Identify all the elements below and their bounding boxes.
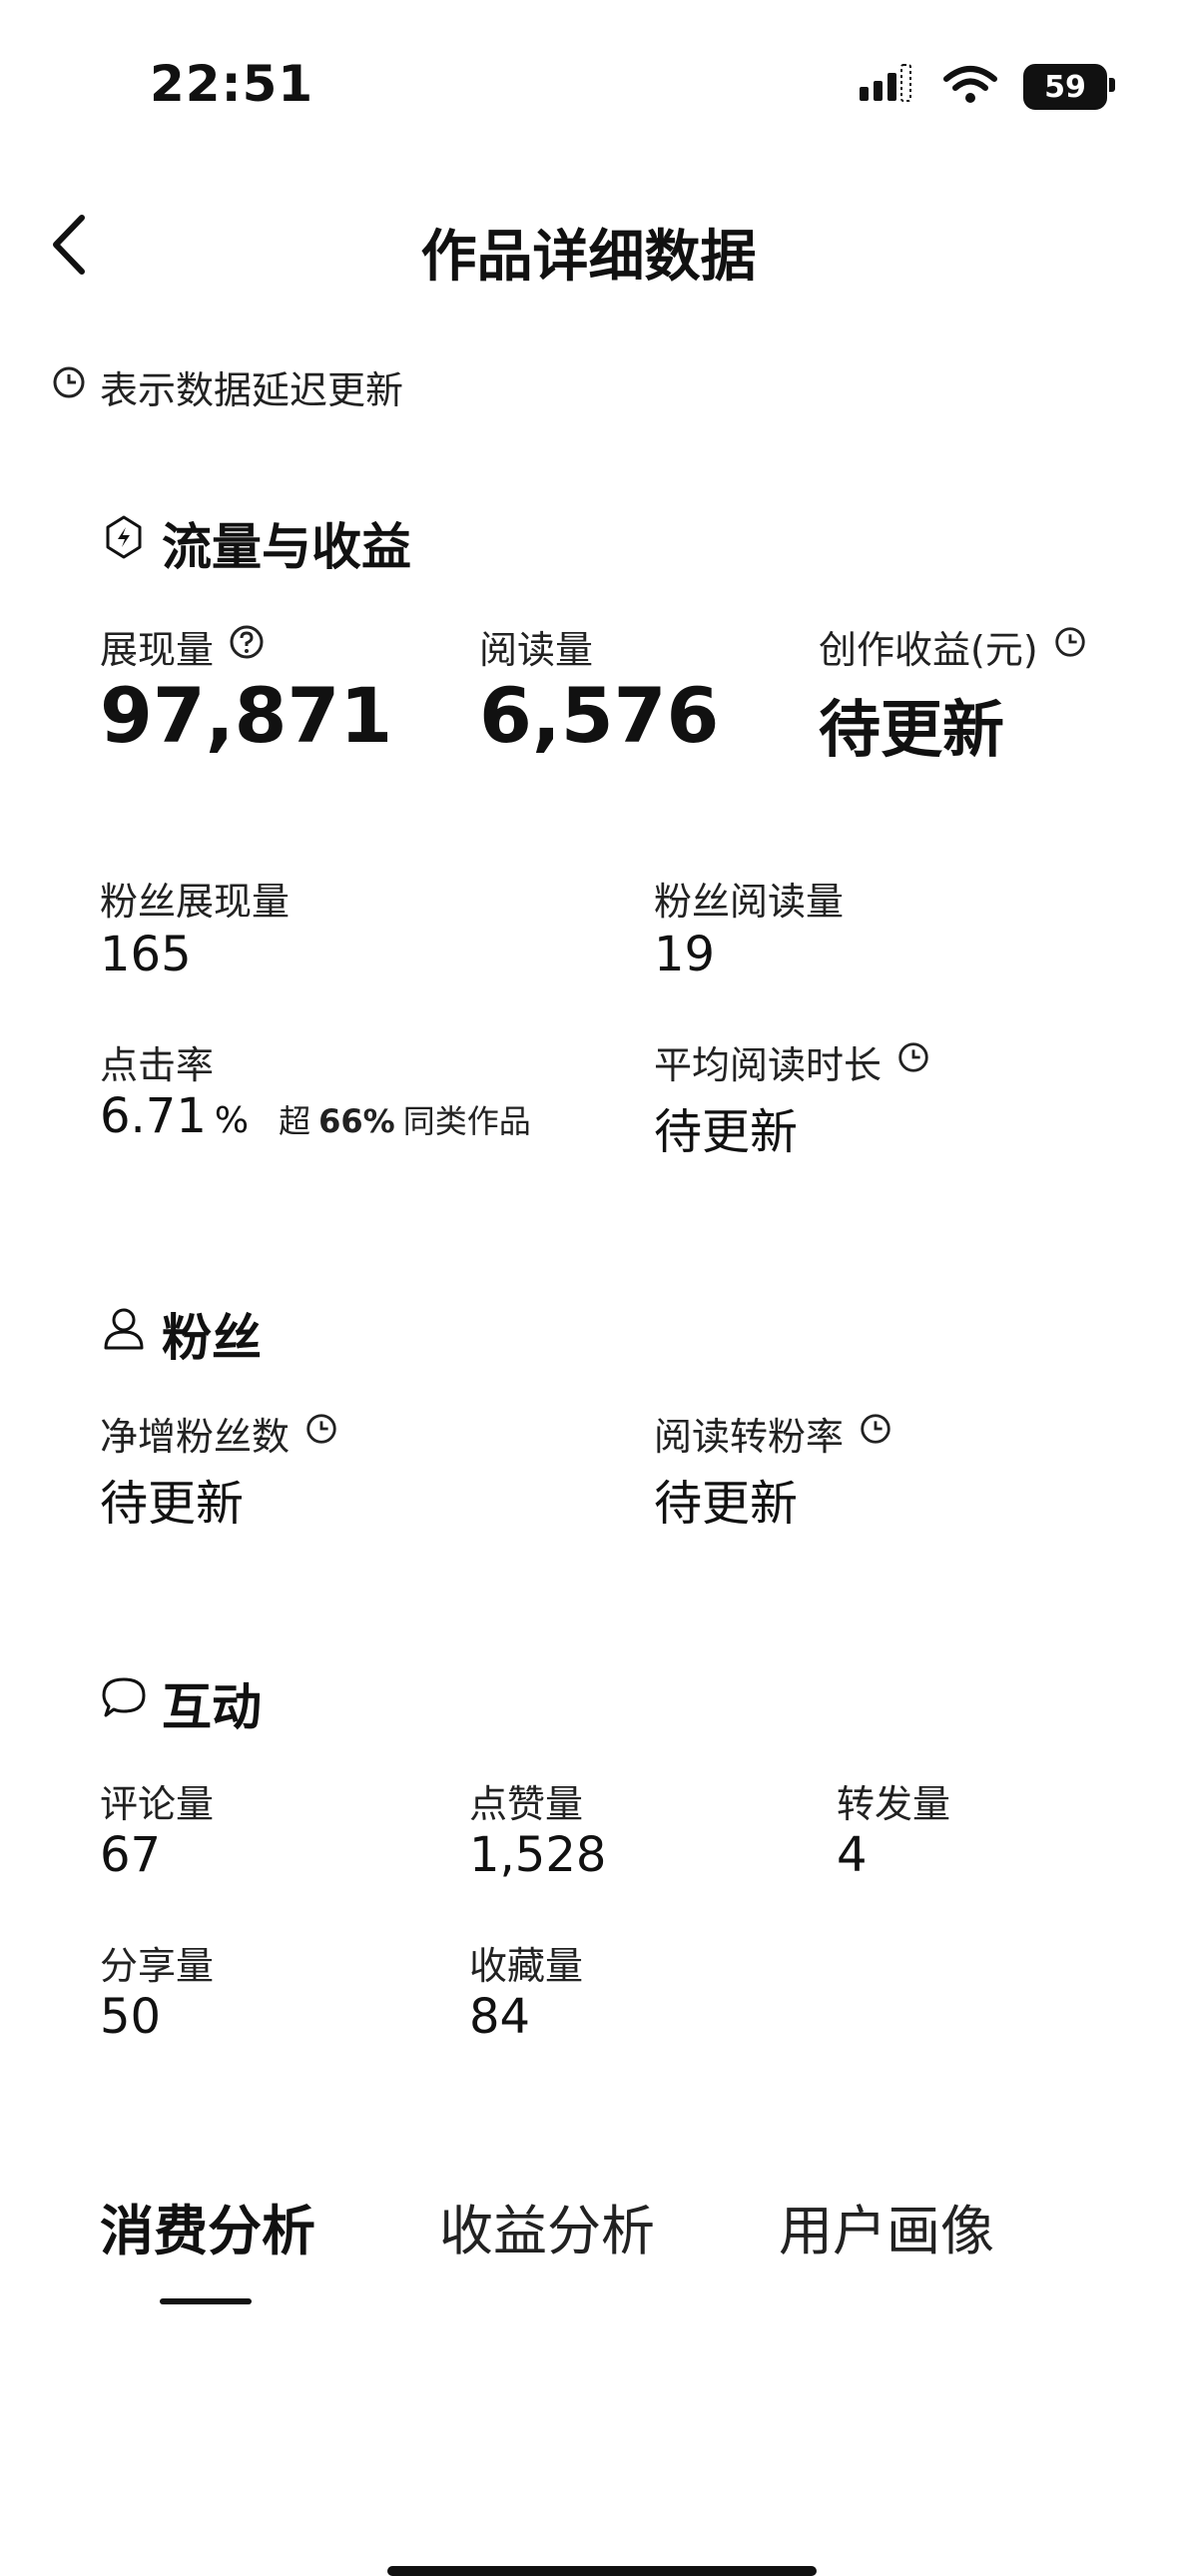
- battery-icon: 59: [1023, 64, 1115, 110]
- comments-value: 67: [100, 1827, 162, 1883]
- traffic-section-label: 流量与收益: [162, 518, 411, 576]
- traffic-icon: [100, 513, 148, 573]
- likes-value: 1,528: [469, 1827, 607, 1883]
- ctr-compare-value: 66%: [318, 1102, 395, 1140]
- fan-impressions-value: 165: [100, 927, 192, 982]
- shares-value: 50: [100, 1989, 162, 2045]
- ctr-label: 点击率: [100, 1043, 215, 1087]
- clock-icon: [895, 1039, 931, 1084]
- impressions-label-text: 展现量: [100, 628, 215, 672]
- ctr-compare-suffix: 同类作品: [402, 1102, 531, 1140]
- forwards-value: 4: [837, 1827, 868, 1883]
- comments-label: 评论量: [100, 1782, 215, 1826]
- avg-read-time-value: 待更新: [654, 1104, 799, 1160]
- fans-section-label: 粉丝: [162, 1309, 262, 1367]
- conversion-label-text: 阅读转粉率: [654, 1415, 845, 1459]
- ctr-value: 6.71: [100, 1088, 207, 1144]
- favorites-label: 收藏量: [469, 1944, 584, 1988]
- user-icon: [100, 1304, 148, 1364]
- clock-icon: [858, 1411, 893, 1456]
- battery-level: 59: [1044, 69, 1086, 105]
- shares-label: 分享量: [100, 1944, 215, 1988]
- cellular-signal-icon: [858, 63, 917, 111]
- interaction-section-label: 互动: [162, 1678, 262, 1736]
- likes-label: 点赞量: [469, 1782, 584, 1826]
- traffic-section-title: 流量与收益: [100, 507, 411, 579]
- tab-user-profile[interactable]: 用户画像: [779, 2187, 994, 2265]
- home-indicator[interactable]: [387, 2566, 817, 2576]
- clock-icon: [303, 1411, 339, 1456]
- tab-consumption-analysis[interactable]: 消费分析: [100, 2187, 315, 2265]
- clock-icon: [50, 363, 88, 410]
- reads-label: 阅读量: [479, 628, 594, 672]
- reads-value: 6,576: [479, 671, 720, 760]
- interaction-section-title: 互动: [100, 1667, 262, 1739]
- ctr-compare-prefix: 超: [279, 1102, 311, 1140]
- active-tab-indicator: [160, 2298, 252, 2304]
- fans-section-title: 粉丝: [100, 1298, 262, 1370]
- avg-read-time-label: 平均阅读时长: [654, 1034, 931, 1089]
- fan-impressions-label: 粉丝展现量: [100, 880, 291, 924]
- impressions-value: 97,871: [100, 671, 393, 760]
- delay-note: 表示数据延迟更新: [50, 359, 403, 414]
- page-title: 作品详细数据: [420, 225, 757, 290]
- favorites-value: 84: [469, 1989, 531, 2045]
- wifi-icon: [943, 65, 997, 109]
- forwards-label: 转发量: [837, 1782, 951, 1826]
- net-gain-label: 净增粉丝数: [100, 1406, 339, 1461]
- earnings-label: 创作收益(元): [819, 619, 1088, 674]
- ctr-value-row: 6.71 % 超 66% 同类作品: [100, 1088, 531, 1144]
- net-gain-label-text: 净增粉丝数: [100, 1415, 291, 1459]
- conversion-value: 待更新: [654, 1476, 799, 1532]
- avg-read-time-label-text: 平均阅读时长: [654, 1043, 883, 1087]
- impressions-label: 展现量: [100, 619, 266, 674]
- comment-icon: [100, 1673, 148, 1733]
- net-gain-value: 待更新: [100, 1476, 245, 1532]
- conversion-label: 阅读转粉率: [654, 1406, 893, 1461]
- help-icon[interactable]: [228, 623, 266, 670]
- ctr-unit: %: [214, 1100, 250, 1141]
- tab-earnings-analysis[interactable]: 收益分析: [439, 2187, 655, 2265]
- earnings-value: 待更新: [819, 693, 1005, 766]
- status-icons: 59: [858, 62, 1115, 112]
- clock-icon: [1052, 624, 1088, 669]
- earnings-label-text: 创作收益(元): [819, 628, 1038, 672]
- fan-reads-label: 粉丝阅读量: [654, 880, 845, 924]
- fan-reads-value: 19: [654, 927, 716, 982]
- status-time: 22:51: [150, 55, 314, 113]
- delay-note-text: 表示数据延迟更新: [100, 368, 404, 412]
